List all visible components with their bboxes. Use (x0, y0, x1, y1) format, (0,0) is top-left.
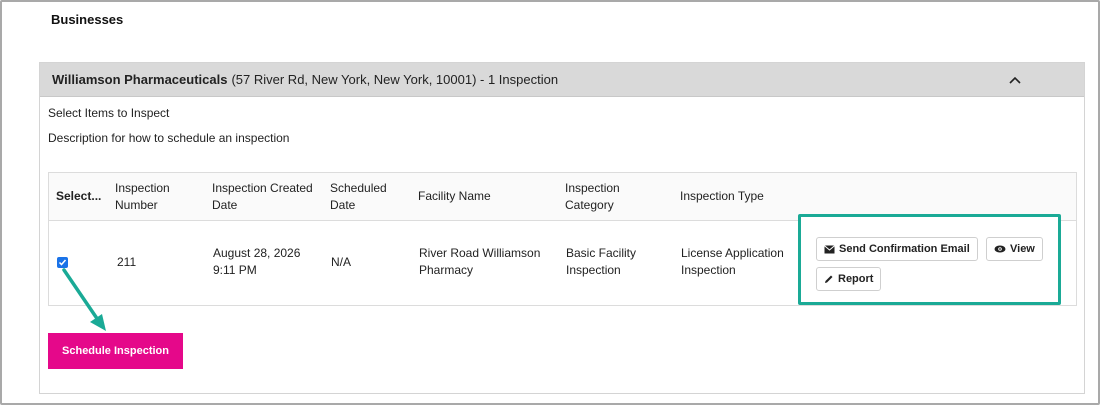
report-button[interactable]: Report (816, 267, 882, 291)
business-name: Williamson Pharmaceuticals (52, 72, 228, 87)
header-inspection-number[interactable]: Inspection Number (115, 180, 185, 214)
pencil-icon (825, 275, 833, 283)
business-details: (57 River Rd, New York, New York, 10001)… (231, 72, 559, 87)
header-inspection-category[interactable]: Inspection Category (565, 180, 633, 214)
cell-facility-line2: Pharmacy (419, 263, 474, 277)
cell-scheduled-date: N/A (331, 255, 352, 269)
header-scheduled-date[interactable]: Scheduled Date (330, 180, 396, 214)
cell-category-line2: Inspection (566, 263, 621, 277)
cell-type-line1: License Application (681, 246, 784, 260)
chevron-up-icon[interactable] (1008, 73, 1022, 87)
select-items-text: Select Items to Inspect (48, 106, 170, 120)
view-button[interactable]: View (986, 237, 1043, 261)
header-inspection-type[interactable]: Inspection Type (680, 188, 764, 205)
send-confirmation-email-button[interactable]: Send Confirmation Email (816, 237, 978, 261)
section-title: Businesses (51, 12, 124, 27)
business-panel-header[interactable]: Williamson Pharmaceuticals (57 River Rd,… (40, 63, 1084, 97)
pointer-arrow-icon (62, 268, 106, 331)
envelope-icon (824, 244, 835, 253)
eye-icon (994, 245, 1006, 253)
cell-inspection-type: License Application Inspection (681, 245, 784, 279)
view-label: View (1010, 243, 1035, 255)
send-confirmation-email-label: Send Confirmation Email (839, 243, 970, 255)
description-text: Description for how to schedule an inspe… (48, 131, 290, 145)
cell-facility-name: River Road Williamson Pharmacy (419, 245, 540, 279)
cell-created-date-line1: August 28, 2026 (213, 246, 301, 260)
report-label: Report (838, 273, 874, 285)
cell-facility-line1: River Road Williamson (419, 246, 541, 260)
cell-created-date: August 28, 2026 9:11 PM (213, 245, 300, 279)
cell-type-line2: Inspection (681, 263, 736, 277)
header-facility-name[interactable]: Facility Name (418, 188, 491, 205)
schedule-inspection-button[interactable]: Schedule Inspection (48, 333, 183, 369)
cell-created-date-line2: 9:11 PM (213, 263, 257, 277)
header-select[interactable]: Select... (56, 188, 101, 205)
cell-inspection-category: Basic Facility Inspection (566, 245, 636, 279)
header-created-date[interactable]: Inspection Created Date (212, 180, 320, 214)
cell-inspection-number: 211 (117, 255, 137, 269)
actions-highlight-box: Send Confirmation Email View Report (798, 214, 1061, 305)
cell-category-line1: Basic Facility (566, 246, 637, 260)
